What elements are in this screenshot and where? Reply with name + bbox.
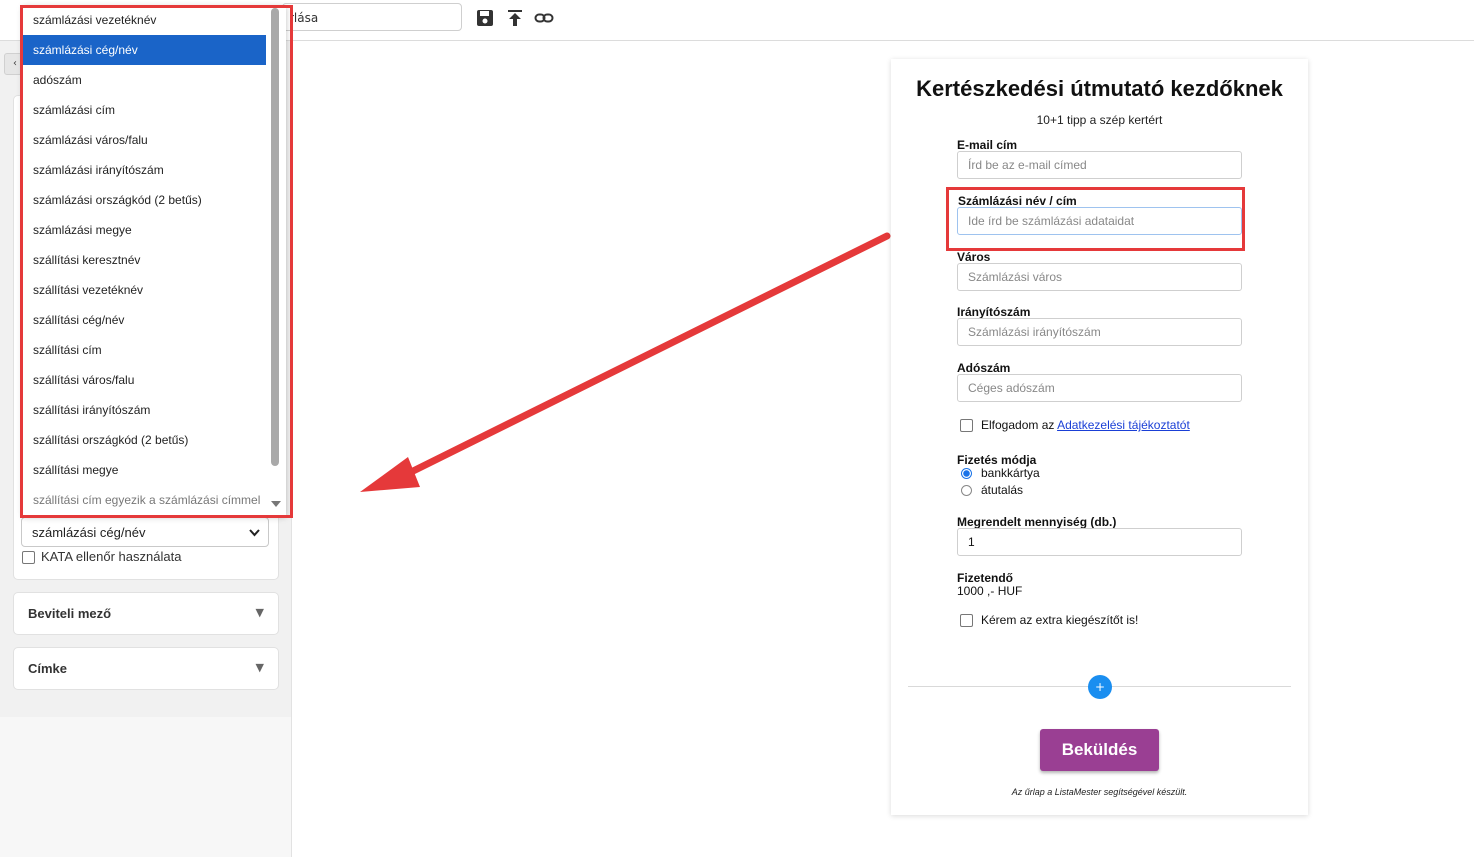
form-name-input[interactable]: rlása: [282, 3, 462, 31]
caret-down-icon: ▼: [255, 606, 264, 619]
email-label: E-mail cím: [957, 138, 1018, 152]
zip-field[interactable]: Számlázási irányítószám: [957, 318, 1242, 346]
consent-text: Elfogadom az Adatkezelési tájékoztatót: [981, 418, 1190, 432]
city-label: Város: [957, 250, 991, 264]
caret-down-icon: ▼: [255, 661, 264, 674]
total-value: 1000 ,- HUF: [957, 584, 1023, 598]
field-type-select[interactable]: számlázási cég/név: [21, 517, 269, 547]
chevron-down-icon: [249, 529, 260, 537]
submit-button[interactable]: Beküldés: [1040, 729, 1159, 771]
save-icon[interactable]: [475, 8, 495, 28]
email-field[interactable]: Írd be az e-mail címed: [957, 151, 1242, 179]
payment-label: Fizetés módja: [957, 453, 1037, 467]
link-icon[interactable]: [534, 8, 554, 28]
add-element-button[interactable]: +: [1088, 675, 1112, 699]
tax-field[interactable]: Céges adószám: [957, 374, 1242, 402]
consent-checkbox[interactable]: [960, 419, 973, 432]
quantity-field[interactable]: 1: [957, 528, 1242, 556]
payment-option-label: bankkártya: [981, 466, 1040, 480]
form-subtitle: 10+1 tipp a szép kertért: [1036, 113, 1163, 127]
annotation-highlight-billing-field: [946, 187, 1245, 251]
payment-option-label: átutalás: [981, 483, 1024, 497]
accordion-label: Címke: [28, 661, 68, 676]
field-type-select-value: számlázási cég/név: [32, 525, 146, 540]
city-field[interactable]: Számlázási város: [957, 263, 1242, 291]
consent-prefix: Elfogadom az: [981, 418, 1055, 432]
payment-radio-card[interactable]: [961, 468, 972, 479]
zip-label: Irányítószám: [957, 305, 1031, 319]
upload-icon[interactable]: [505, 8, 525, 28]
accordion-cimke[interactable]: Címke ▼: [13, 647, 279, 690]
quantity-label: Megrendelt mennyiség (db.): [957, 515, 1117, 529]
annotation-arrow-icon: [360, 232, 891, 492]
kata-checkbox[interactable]: [22, 551, 35, 564]
payment-radio-transfer[interactable]: [961, 485, 972, 496]
annotation-highlight-dropdown: [20, 5, 293, 518]
footer-note: Az űrlap a ListaMester segítségével kész…: [1011, 787, 1188, 797]
extra-checkbox[interactable]: [960, 614, 973, 627]
form-title: Kertészkedési útmutató kezdőknek: [916, 76, 1283, 101]
privacy-policy-link[interactable]: Adatkezelési tájékoztatót: [1057, 418, 1190, 432]
tax-label: Adószám: [957, 361, 1011, 375]
kata-checkbox-label: KATA ellenőr használata: [41, 549, 182, 564]
extra-checkbox-label: Kérem az extra kiegészítőt is!: [981, 613, 1139, 627]
total-label: Fizetendő: [957, 571, 1013, 585]
accordion-beviteli-mezo[interactable]: Beviteli mező ▼: [13, 592, 279, 635]
accordion-label: Beviteli mező: [28, 606, 112, 621]
